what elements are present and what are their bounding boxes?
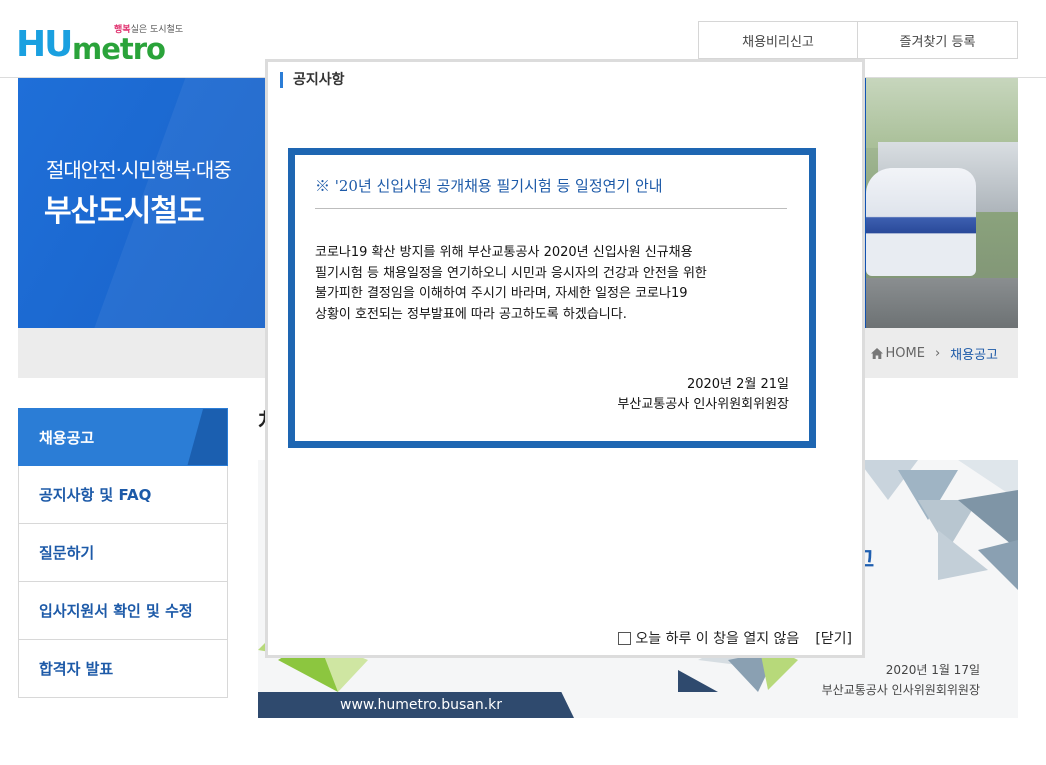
notice-date: 2020년 2월 21일: [686, 377, 789, 392]
notice-heading: ※ '20년 신입사원 공개채용 필기시험 등 일정연기 안내: [315, 175, 787, 209]
photo-hill: [866, 78, 1018, 148]
home-icon: [870, 348, 883, 359]
lnb-item-ask-question[interactable]: 질문하기: [18, 524, 228, 582]
banner-slogan: 절대안전·시민행복·대중: [46, 158, 232, 182]
close-popup-link[interactable]: [닫기]: [815, 628, 852, 648]
breadcrumb-current[interactable]: 채용공고: [950, 344, 998, 363]
banner-url: www.humetro.busan.kr: [258, 692, 574, 718]
lnb-item-job-postings[interactable]: 채용공고: [18, 408, 228, 466]
notice-organization: 부산교통공사 인사위원회위원장: [617, 397, 789, 412]
banner-organization: 부산교통공사 인사위원회위원장: [821, 683, 980, 697]
lnb-item-application-check[interactable]: 입사지원서 확인 및 수정: [18, 582, 228, 640]
logo-metro-text: metro: [72, 32, 166, 66]
notice-body: 코로나19 확산 방지를 위해 부산교통공사 2020년 신입사원 신규채용 필…: [315, 243, 795, 325]
breadcrumb: HOME › 채용공고: [870, 344, 998, 363]
banner-date: 2020년 1월 17일: [885, 663, 980, 677]
notice-body-line: 불가피한 결정임을 이해하여 주시기 바라며, 자세한 일정은 코로나19: [315, 286, 688, 301]
recruitment-corruption-report-link[interactable]: 채용비리신고: [698, 21, 858, 59]
notice-body-line: 상황이 호전되는 정부발표에 따라 공고하도록 하겠습니다.: [315, 306, 627, 322]
banner-company-name: 부산도시철도: [44, 194, 205, 229]
train-photo: [866, 78, 1018, 328]
page: HU metro 행복실은 도시철도 채용비리신고 즐겨찾기 등록 절대안전·시…: [0, 0, 1046, 765]
active-stripe-decoration: [187, 409, 227, 465]
logo-tagline-rest: 실은 도시철도: [130, 25, 184, 35]
logo-tagline-strong: 행복: [114, 25, 131, 35]
lnb-item-notice-faq[interactable]: 공지사항 및 FAQ: [18, 466, 228, 524]
popup-title: 공지사항: [280, 72, 345, 88]
dont-show-today-label[interactable]: 오늘 하루 이 창을 열지 않음: [635, 628, 799, 648]
notice-popup: 공지사항 ※ '20년 신입사원 공개채용 필기시험 등 일정연기 안내 코로나…: [265, 59, 865, 658]
notice-box: ※ '20년 신입사원 공개채용 필기시험 등 일정연기 안내 코로나19 확산…: [288, 148, 816, 448]
photo-track: [866, 278, 1018, 328]
logo-hu-text: HU: [16, 24, 73, 65]
humetro-logo[interactable]: HU metro 행복실은 도시철도: [16, 18, 186, 66]
left-navigation: 채용공고 공지사항 및 FAQ 질문하기 입사지원서 확인 및 수정 합격자 발…: [18, 408, 228, 698]
add-bookmark-link[interactable]: 즐겨찾기 등록: [858, 21, 1018, 59]
notice-body-line: 코로나19 확산 방지를 위해 부산교통공사 2020년 신입사원 신규채용: [315, 245, 693, 260]
notice-body-line: 필기시험 등 채용일정을 연기하오니 시민과 응시자의 건강과 안전을 위한: [315, 265, 707, 281]
lnb-item-results[interactable]: 합격자 발표: [18, 640, 228, 698]
popup-footer: 오늘 하루 이 창을 열지 않음 [닫기]: [618, 628, 852, 648]
top-links: 채용비리신고 즐겨찾기 등록: [698, 21, 1018, 59]
chevron-right-icon: ›: [934, 346, 941, 361]
breadcrumb-home-link[interactable]: HOME: [886, 346, 925, 361]
lnb-item-label: 채용공고: [39, 428, 95, 447]
photo-train: [866, 168, 976, 276]
logo-tagline: 행복실은 도시철도: [114, 22, 183, 35]
dont-show-today-checkbox[interactable]: [618, 631, 632, 645]
